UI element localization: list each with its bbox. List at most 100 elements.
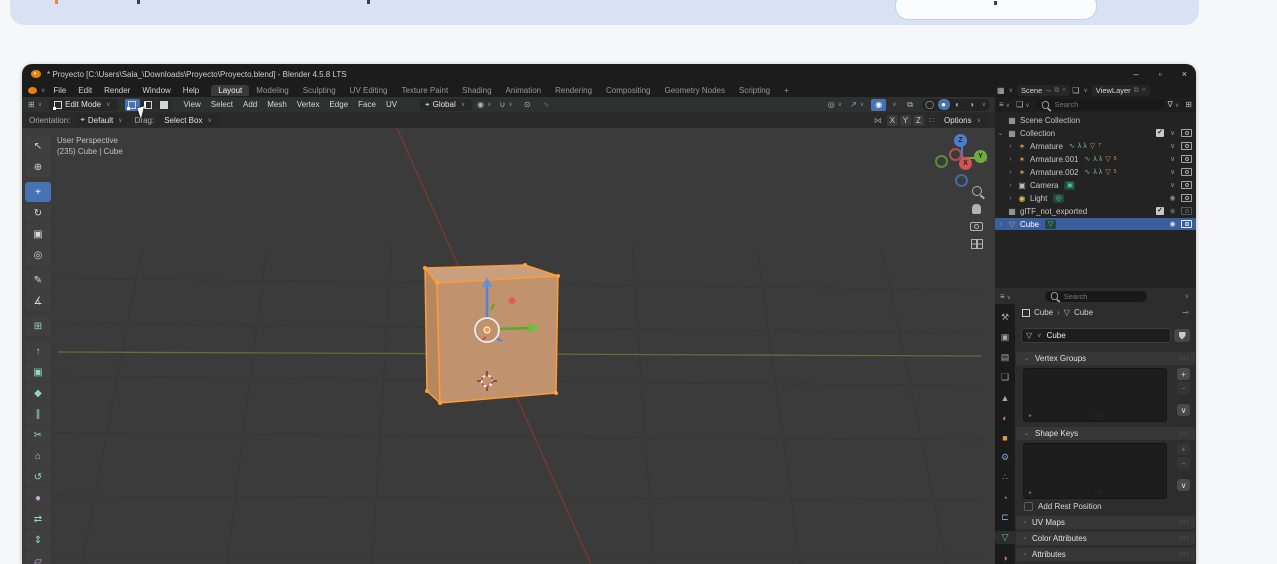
hide-eye-icon[interactable]: ∨ xyxy=(1168,168,1177,176)
vertex-group-specials-button[interactable]: ∨ xyxy=(1177,404,1190,416)
banner-button[interactable] xyxy=(895,0,1097,20)
maximize-button[interactable]: ▫ xyxy=(1159,69,1162,79)
mirror-axis-button[interactable]: X xyxy=(887,115,898,126)
hide-eye-icon[interactable]: ∨ xyxy=(1168,129,1177,137)
viewport-tool-button[interactable]: ↻ xyxy=(25,203,51,223)
menu-item[interactable]: Render xyxy=(98,86,136,95)
properties-tab[interactable]: ▤ xyxy=(995,351,1015,364)
viewport-3d[interactable]: ↖⊕+↻▣◎✎∡⊞↑▣◆∥✂⌂↺●⇄⇕▱ User Perspective (2… xyxy=(22,128,995,564)
render-camera-icon[interactable] xyxy=(1181,129,1192,137)
viewport-tool-button[interactable]: ↖ xyxy=(25,136,51,156)
properties-tab[interactable]: ▲ xyxy=(995,391,1015,404)
expander-icon[interactable]: › xyxy=(997,221,1004,228)
mirror-axis-button[interactable]: Z xyxy=(913,115,924,126)
falloff-curve-button[interactable]: ∿ xyxy=(539,99,554,111)
viewport-menu-item[interactable]: Add xyxy=(238,100,262,109)
mode-selector[interactable]: Edit Mode ∨ xyxy=(49,99,117,111)
viewport-tool-button[interactable]: ◆ xyxy=(25,383,51,403)
editor-type-button[interactable]: ⊞∨ xyxy=(27,99,45,111)
datablock-name-field[interactable]: ▽ ∨ Cube xyxy=(1021,328,1171,343)
fake-user-button[interactable] xyxy=(1174,329,1190,342)
navigation-axis-gizmo[interactable]: Z Y X xyxy=(927,132,989,192)
properties-tab[interactable]: ◑ xyxy=(995,551,1015,564)
shape-keys-panel-header[interactable]: ⌄ Shape Keys ∷∷ xyxy=(1016,427,1195,440)
include-checkbox[interactable]: ✓ xyxy=(1156,129,1164,137)
minimize-button[interactable]: – xyxy=(1134,69,1139,79)
expander-icon[interactable]: › xyxy=(1007,182,1014,189)
sidebar-collapse-arrow[interactable]: ‹ xyxy=(985,154,988,164)
viewport-tool-button[interactable]: ↺ xyxy=(25,467,51,487)
shape-key-specials-button[interactable]: ∨ xyxy=(1177,479,1190,491)
viewport-tool-button[interactable]: ▣ xyxy=(25,224,51,244)
workspace-tab[interactable]: UV Editing xyxy=(343,85,395,96)
close-button[interactable]: × xyxy=(1182,69,1187,79)
axis-x-ball[interactable]: X xyxy=(959,157,972,170)
workspace-tab[interactable]: Compositing xyxy=(599,85,657,96)
orthographic-grid-icon[interactable] xyxy=(971,239,983,249)
expander-icon[interactable]: › xyxy=(1007,195,1014,202)
scene-selector[interactable]: Scene ⊸ ⧉ × xyxy=(1017,85,1070,96)
mirror-axis-button[interactable]: Y xyxy=(900,115,911,126)
properties-tab[interactable]: ◔ xyxy=(995,491,1015,504)
solid-shading-button[interactable]: ● xyxy=(938,99,950,110)
outliner-item-label[interactable]: Light xyxy=(1030,194,1047,203)
properties-tab[interactable]: ∴ xyxy=(995,471,1015,484)
render-camera-icon[interactable] xyxy=(1181,194,1192,202)
workspace-tab[interactable]: + xyxy=(777,85,796,96)
pin-icon[interactable]: ⊸ xyxy=(1182,308,1189,317)
viewlayer-selector[interactable]: ViewLayer ⧉ × xyxy=(1092,85,1150,96)
properties-search[interactable] xyxy=(1045,291,1147,302)
material-shading-button[interactable]: ◐ xyxy=(952,99,964,110)
properties-search-input[interactable] xyxy=(1062,291,1142,302)
viewport-tool-button[interactable]: ∥ xyxy=(25,404,51,424)
app-menu-icon[interactable] xyxy=(28,87,37,94)
outliner-row[interactable]: › ✶ Armature ∿ λ λ ▽ 7 ∨ xyxy=(995,140,1196,152)
viewport-tool-button[interactable]: ∡ xyxy=(25,291,51,311)
unlink-icon[interactable]: × xyxy=(1142,87,1146,94)
workspace-tab[interactable]: Shading xyxy=(455,85,498,96)
axis-negy-ring[interactable] xyxy=(935,155,948,168)
face-select-button[interactable] xyxy=(157,99,172,111)
viewport-menu-item[interactable]: UV xyxy=(381,100,402,109)
workspace-tab[interactable]: Modeling xyxy=(249,85,295,96)
viewport-tool-button[interactable]: ⇕ xyxy=(25,530,51,550)
viewport-tool-button[interactable]: ⊕ xyxy=(25,157,51,177)
workspace-tab[interactable]: Rendering xyxy=(548,85,599,96)
copy-icon[interactable]: ⧉ xyxy=(1054,87,1059,95)
properties-tab[interactable]: ◐ xyxy=(995,411,1015,424)
hide-eye-icon[interactable]: ◉ xyxy=(1168,207,1177,215)
hide-eye-icon[interactable]: ∨ xyxy=(1168,155,1177,163)
hide-eye-icon[interactable]: ◉ xyxy=(1168,220,1177,228)
camera-view-icon[interactable] xyxy=(970,222,983,231)
render-camera-icon[interactable] xyxy=(1181,142,1192,150)
editor-type-icon[interactable]: ≡∨ xyxy=(1000,292,1013,301)
snap-magnet-button[interactable]: ∪∨ xyxy=(499,99,516,111)
viewport-menu-item[interactable]: Edge xyxy=(324,100,353,109)
viewport-tool-button[interactable]: ✎ xyxy=(25,270,51,290)
expander-icon[interactable]: › xyxy=(1007,143,1014,150)
list-expand-icon[interactable]: ► xyxy=(1028,413,1033,419)
viewport-tool-button[interactable]: ⌂ xyxy=(25,446,51,466)
hide-eye-icon[interactable]: ∨ xyxy=(1168,142,1177,150)
outliner-row[interactable]: › ✶ Armature.001 ∿ λ λ ▽ 5 ∨ xyxy=(995,153,1196,165)
outliner-item-label[interactable]: Armature xyxy=(1030,142,1063,151)
outliner-search-input[interactable] xyxy=(1053,99,1159,110)
viewport-menu-item[interactable]: Select xyxy=(206,100,238,109)
unlink-icon[interactable]: × xyxy=(1062,87,1066,94)
copy-icon[interactable]: ⧉ xyxy=(1134,87,1139,95)
expander-icon[interactable]: › xyxy=(1007,156,1014,163)
pivot-point-button[interactable]: ◉∨ xyxy=(476,99,494,111)
xray-toggle-button[interactable]: ⧉ xyxy=(903,99,918,111)
outliner-row[interactable]: ▦ Scene Collection xyxy=(995,114,1196,126)
properties-tab[interactable]: ▽ xyxy=(995,531,1015,544)
outliner-row[interactable]: ⌄ ▦ Collection ✓ ∨ xyxy=(995,127,1196,139)
hide-eye-icon[interactable]: ◉ xyxy=(1168,194,1177,202)
workspace-tab[interactable]: Animation xyxy=(499,85,549,96)
workspace-tab[interactable]: Layout xyxy=(211,85,249,96)
zoom-icon[interactable] xyxy=(972,186,982,196)
filter-funnel-icon[interactable]: ∇∨ xyxy=(1168,100,1182,109)
viewport-tool-button[interactable]: ↑ xyxy=(25,341,51,361)
outliner-row[interactable]: › ◉ Light ◎ ◉ xyxy=(995,192,1196,204)
remove-vertex-group-button[interactable]: − xyxy=(1177,382,1190,394)
workspace-tab[interactable]: Sculpting xyxy=(296,85,343,96)
